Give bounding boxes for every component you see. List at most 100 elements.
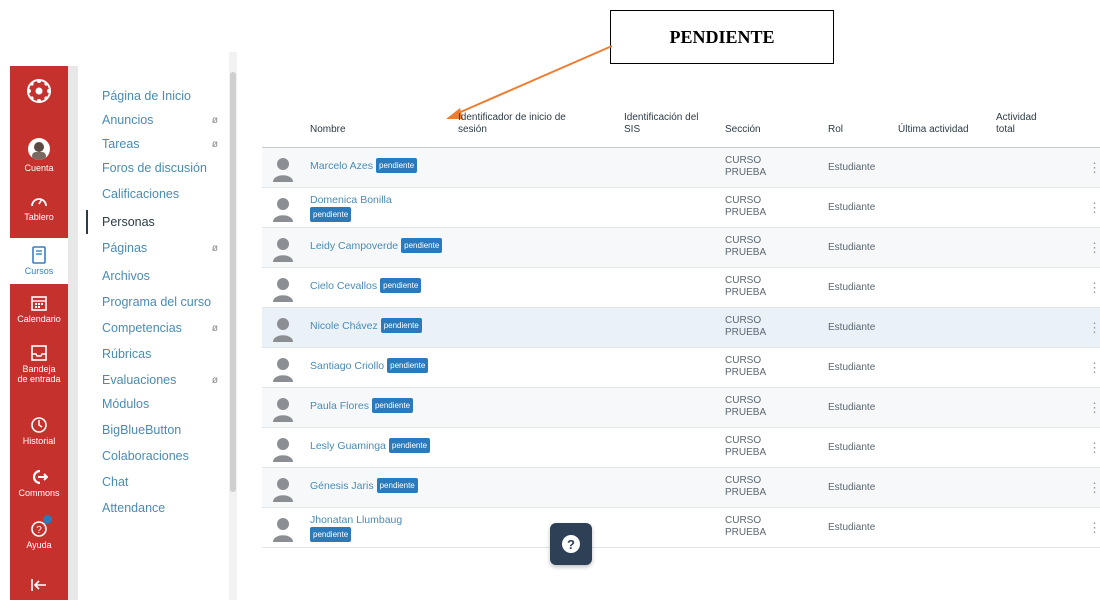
table-row[interactable]: Domenica Bonilla pendiente CURSO PRUEBA Es… — [262, 188, 1100, 228]
course-nav-people[interactable]: Personas — [86, 210, 220, 234]
course-nav-quizzes[interactable]: Evaluaciones ø — [86, 368, 220, 392]
user-section-line2: PRUEBA — [725, 167, 767, 178]
course-nav-collaborations[interactable]: Colaboraciones — [86, 444, 220, 468]
table-header: Nombre Identificador de inicio de sesión … — [262, 108, 1100, 148]
user-name[interactable]: Jhonatan Llumbaug pendiente — [310, 514, 480, 542]
annotation-text: PENDIENTE — [669, 26, 775, 47]
course-nav-label: Attendance — [102, 501, 166, 515]
user-section-line2: PRUEBA — [725, 327, 767, 338]
table-row[interactable]: Génesis Jaris pendiente CURSO PRUEBA Estud… — [262, 468, 1100, 508]
global-nav-scrollbar[interactable] — [68, 66, 78, 600]
user-name[interactable]: Paula Flores pendiente — [310, 398, 480, 413]
user-name[interactable]: Génesis Jaris pendiente — [310, 478, 480, 493]
user-name[interactable]: Nicole Chávez pendiente — [310, 318, 480, 333]
user-section-line1: CURSO — [725, 235, 762, 246]
table-row[interactable]: Santiago Criollo pendiente CURSO PRUEBA Es… — [262, 348, 1100, 388]
row-options-icon[interactable]: ⋮ — [1088, 400, 1100, 416]
nav-inbox[interactable]: Bandeja de entrada — [10, 342, 68, 392]
nav-history[interactable]: Historial — [10, 414, 68, 456]
col-login-header[interactable]: Identificador de inicio de sesión — [458, 112, 566, 136]
course-nav-modules[interactable]: Módulos — [86, 392, 220, 416]
user-name-text[interactable]: Leidy Campoverde — [310, 240, 398, 252]
course-nav-pages[interactable]: Páginas ø — [86, 236, 220, 260]
course-nav-announcements[interactable]: Anuncios ø — [86, 108, 220, 132]
table-row[interactable]: Cielo Cevallos pendiente CURSO PRUEBA Estu… — [262, 268, 1100, 308]
course-nav-label: Chat — [102, 475, 129, 489]
course-nav-outcomes[interactable]: Competencias ø — [86, 316, 220, 340]
user-name[interactable]: Cielo Cevallos pendiente — [310, 278, 480, 293]
user-role: Estudiante — [828, 482, 876, 493]
course-nav-scrollbar[interactable] — [229, 52, 237, 600]
inbox-icon — [28, 342, 50, 364]
book-icon — [28, 244, 50, 266]
col-sis-header[interactable]: Identificación del SIS — [624, 112, 699, 136]
row-options-icon[interactable]: ⋮ — [1088, 520, 1100, 536]
row-options-icon[interactable]: ⋮ — [1088, 440, 1100, 456]
course-nav-home[interactable]: Página de Inicio — [86, 84, 220, 108]
course-nav-chat[interactable]: Chat — [86, 470, 220, 494]
user-role: Estudiante — [828, 402, 876, 413]
col-section-header[interactable]: Sección — [725, 124, 761, 136]
user-name[interactable]: Santiago Criollo pendiente — [310, 358, 480, 373]
course-nav-label: Programa del curso — [102, 295, 212, 309]
table-row[interactable]: Leidy Campoverde pendiente CURSO PRUEBA Es… — [262, 228, 1100, 268]
col-total-activity-header[interactable]: Actividad total — [996, 112, 1037, 136]
collapse-nav-button[interactable] — [10, 574, 68, 600]
course-nav-assignments[interactable]: Tareas ø — [86, 132, 220, 156]
nav-help[interactable]: ? Ayuda — [10, 515, 68, 560]
course-nav-label: Personas — [102, 215, 155, 229]
scrollbar-thumb[interactable] — [230, 72, 236, 492]
user-name[interactable]: Marcelo Azes pendiente — [310, 158, 480, 173]
user-name-text[interactable]: Génesis Jaris — [310, 480, 374, 492]
course-nav-discussions[interactable]: Foros de discusión — [86, 156, 220, 180]
user-avatar-icon — [272, 356, 294, 382]
nav-account[interactable]: Cuenta — [10, 138, 68, 184]
nav-commons[interactable]: Commons — [10, 466, 68, 508]
nav-calendar[interactable]: Calendario — [10, 292, 68, 334]
row-options-icon[interactable]: ⋮ — [1088, 320, 1100, 336]
user-section: CURSO PRUEBA — [725, 395, 766, 419]
course-nav-grades[interactable]: Calificaciones — [86, 182, 220, 206]
row-options-icon[interactable]: ⋮ — [1088, 360, 1100, 376]
course-nav-syllabus[interactable]: Programa del curso — [86, 290, 220, 314]
nav-inbox-label-1: Bandeja — [22, 364, 56, 374]
table-row[interactable]: Paula Flores pendiente CURSO PRUEBA Estudi… — [262, 388, 1100, 428]
user-name-text[interactable]: Marcelo Azes — [310, 160, 373, 172]
table-row[interactable]: Lesly Guaminga pendiente CURSO PRUEBA Estu… — [262, 428, 1100, 468]
user-name-text[interactable]: Cielo Cevallos — [310, 280, 377, 292]
row-options-icon[interactable]: ⋮ — [1088, 480, 1100, 496]
question-icon: ? — [562, 535, 580, 553]
user-name[interactable]: Lesly Guaminga pendiente — [310, 438, 480, 453]
user-name-text[interactable]: Domenica Bonilla — [310, 194, 480, 207]
user-name-text[interactable]: Paula Flores — [310, 400, 369, 412]
user-name-text[interactable]: Nicole Chávez — [310, 320, 378, 332]
row-options-icon[interactable]: ⋮ — [1088, 200, 1100, 216]
pending-badge: pendiente — [387, 358, 429, 373]
nav-dashboard[interactable]: Tablero — [10, 190, 68, 232]
row-options-icon[interactable]: ⋮ — [1088, 280, 1100, 296]
user-name-text[interactable]: Lesly Guaminga — [310, 440, 386, 452]
user-name[interactable]: Domenica Bonilla pendiente — [310, 194, 480, 222]
speedometer-icon — [28, 190, 50, 212]
user-avatar-icon — [272, 396, 294, 422]
help-button[interactable]: ? — [550, 523, 592, 565]
table-row[interactable]: Jhonatan Llumbaug pendiente CURSO PRUEBA E… — [262, 508, 1100, 548]
user-name-text[interactable]: Jhonatan Llumbaug — [310, 514, 480, 527]
row-options-icon[interactable]: ⋮ — [1088, 240, 1100, 256]
canvas-logo-icon[interactable] — [10, 66, 68, 116]
table-row[interactable]: Marcelo Azes pendiente CURSO PRUEBA Estudi… — [262, 148, 1100, 188]
user-section: CURSO PRUEBA — [725, 195, 766, 219]
user-name[interactable]: Leidy Campoverde pendiente — [310, 238, 480, 253]
course-nav-rubrics[interactable]: Rúbricas — [86, 342, 220, 366]
course-nav-bigbluebutton[interactable]: BigBlueButton — [86, 418, 220, 442]
col-name-header[interactable]: Nombre — [310, 124, 346, 136]
course-nav-files[interactable]: Archivos — [86, 264, 220, 288]
course-nav-attendance[interactable]: Attendance — [86, 496, 220, 520]
col-role-header[interactable]: Rol — [828, 124, 843, 136]
col-last-activity-header[interactable]: Última actividad — [898, 124, 969, 136]
user-name-text[interactable]: Santiago Criollo — [310, 360, 384, 372]
table-row[interactable]: Nicole Chávez pendiente CURSO PRUEBA Estud… — [262, 308, 1100, 348]
nav-account-label: Cuenta — [24, 163, 54, 173]
nav-courses[interactable]: Cursos — [10, 238, 68, 284]
row-options-icon[interactable]: ⋮ — [1088, 160, 1100, 176]
